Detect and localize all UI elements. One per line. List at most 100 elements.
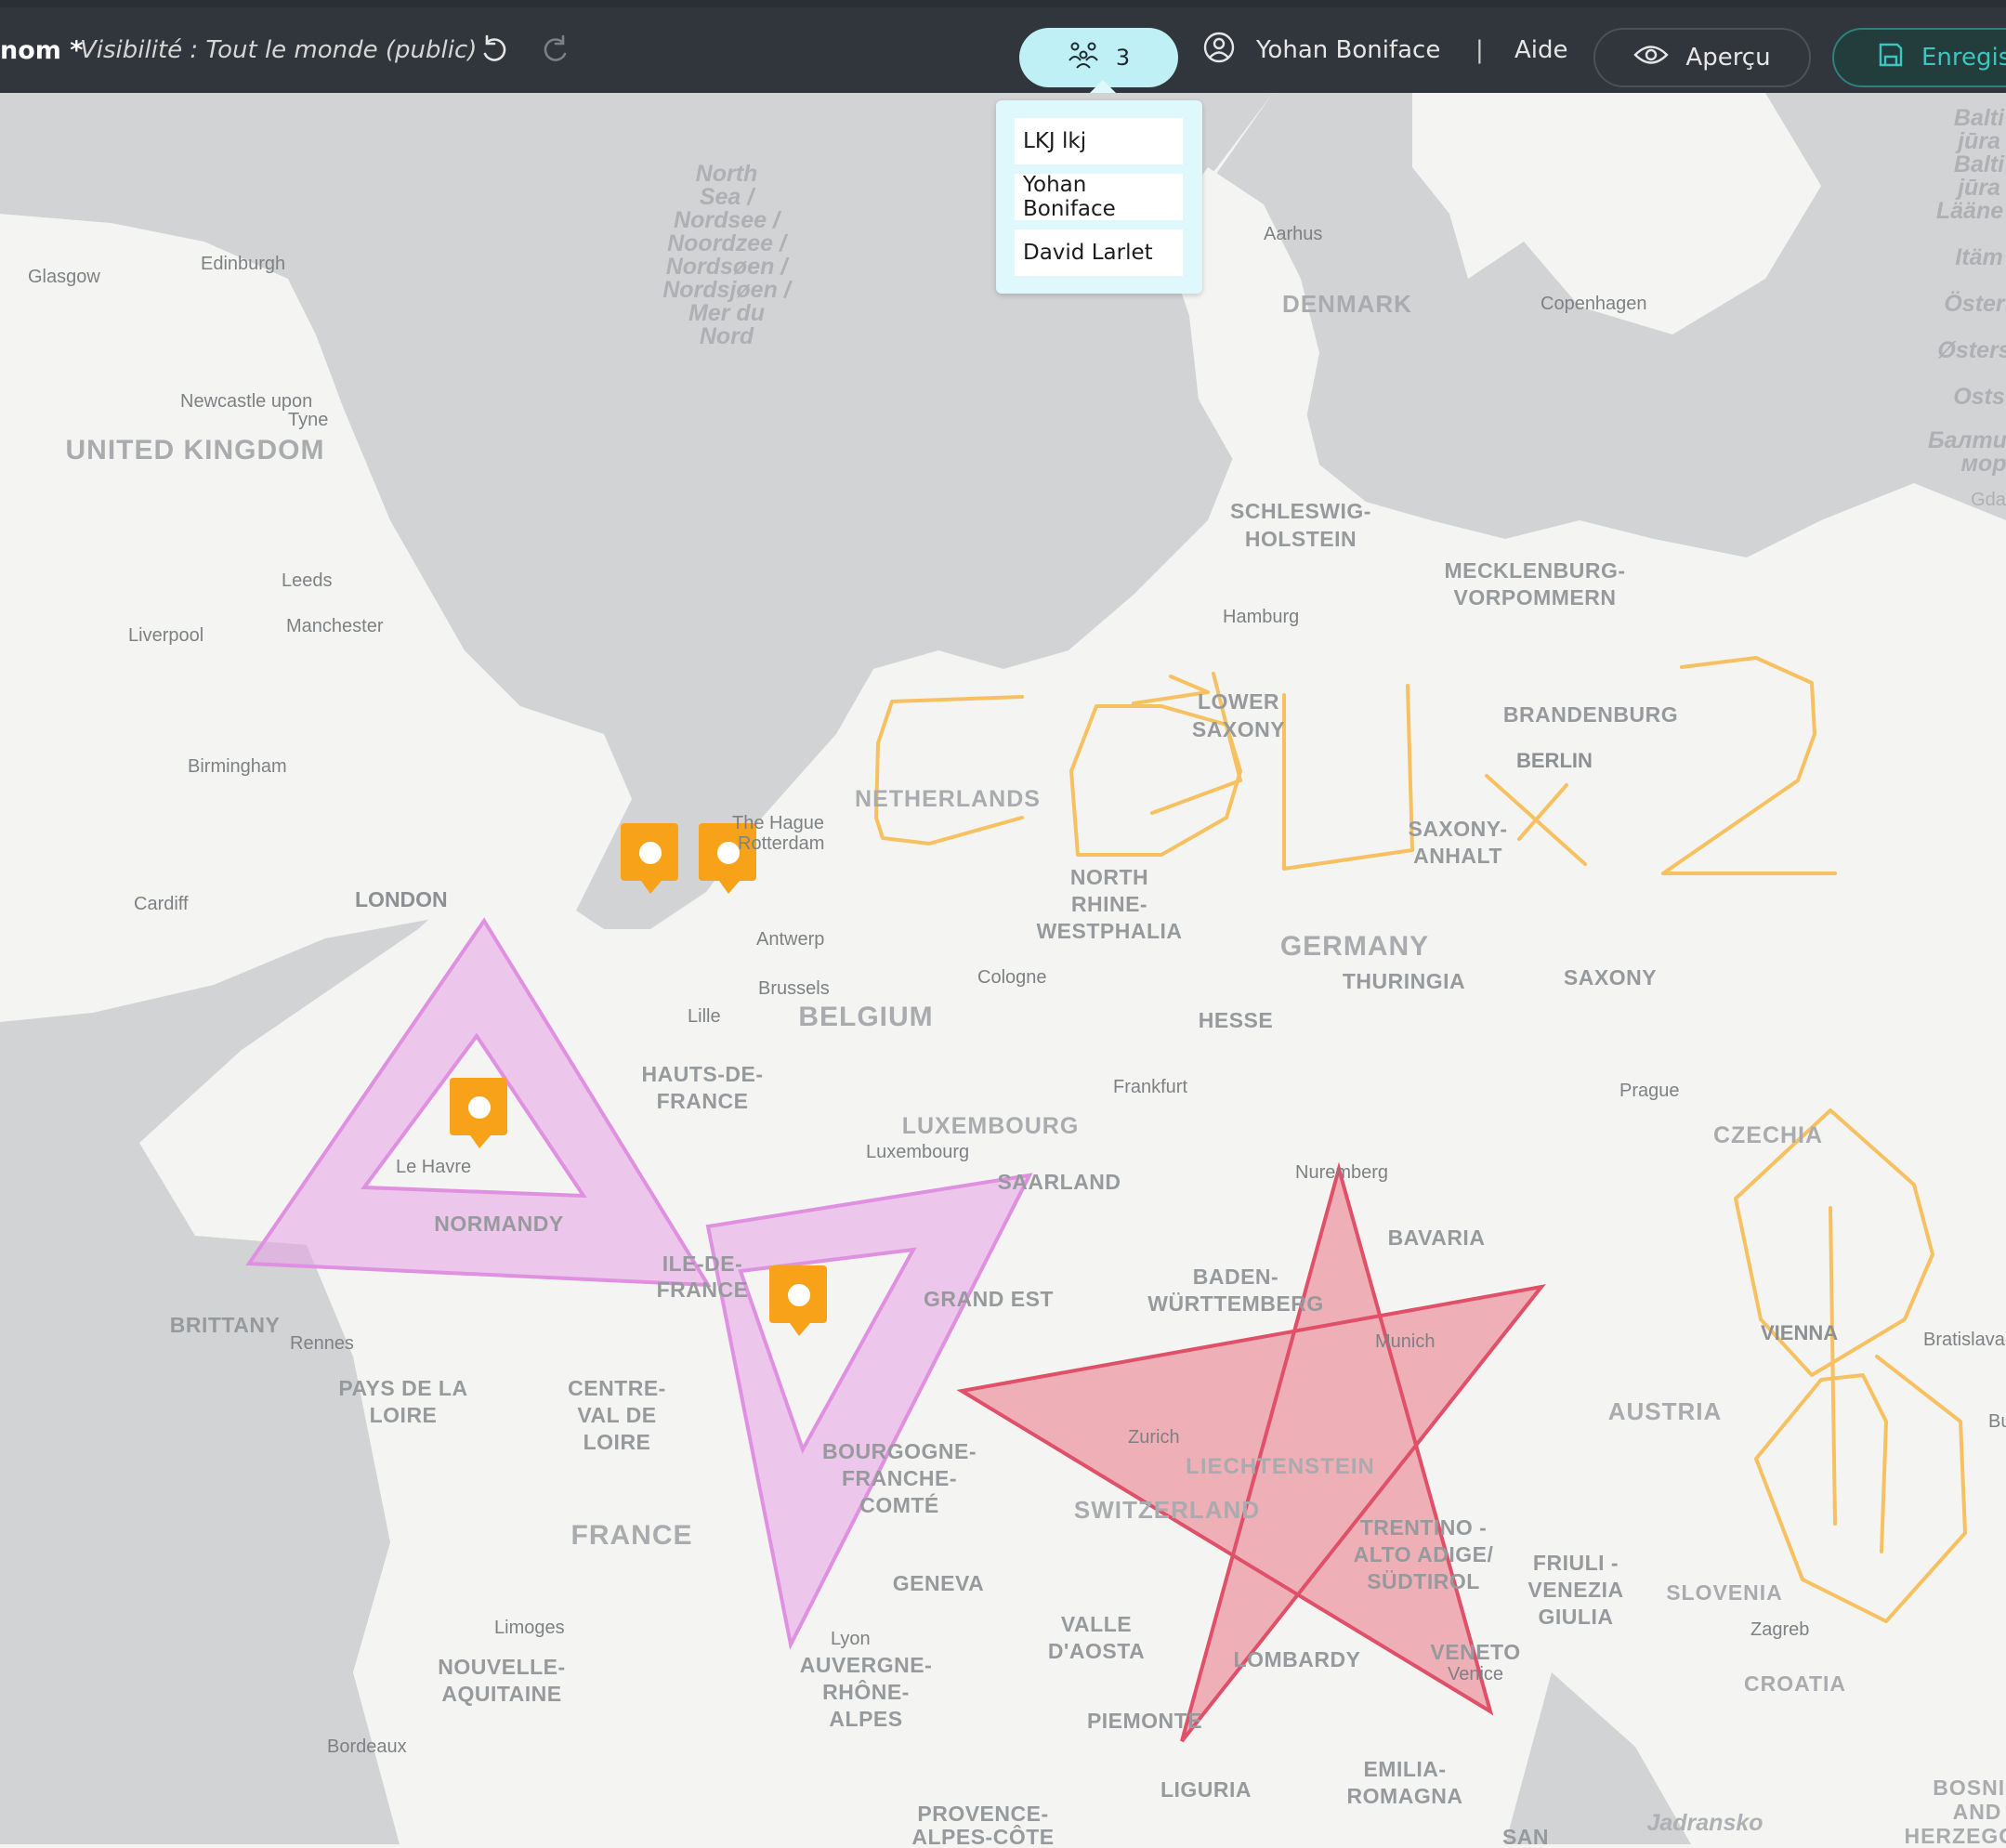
region-label: VENETO bbox=[1430, 1640, 1520, 1664]
peer-item[interactable]: David Larlet bbox=[1015, 229, 1183, 276]
user-icon bbox=[1202, 31, 1236, 71]
city-label: Venice bbox=[1448, 1664, 1503, 1684]
region-label: EMILIA- bbox=[1363, 1757, 1446, 1781]
sea-label: Mer du bbox=[688, 300, 765, 326]
region-label: AUVERGNE- bbox=[800, 1653, 933, 1677]
map-canvas[interactable]: North Sea / Nordsee / Noordzee / Nordsøe… bbox=[0, 93, 2006, 1848]
city-label: Frankfurt bbox=[1113, 1077, 1187, 1097]
city-label: Edinburgh bbox=[201, 254, 285, 274]
sea-label: Öster bbox=[1944, 290, 2006, 317]
region-label: AQUITAINE bbox=[441, 1682, 561, 1706]
region-label: LIGURIA bbox=[1160, 1777, 1252, 1802]
city-label: Bratislava bbox=[1923, 1330, 2006, 1350]
sea-label: Lääne bbox=[1936, 198, 2003, 224]
sea-label: Jadransko bbox=[1646, 1810, 1763, 1836]
sea-label: Sea / bbox=[700, 184, 756, 210]
sea-label: Itäm bbox=[1955, 244, 2002, 270]
country-label: BELGIUM bbox=[798, 1002, 933, 1032]
region-label: SAXONY bbox=[1192, 717, 1285, 741]
region-label: SAN bbox=[1502, 1825, 1549, 1844]
country-label: UNITED KINGDOM bbox=[66, 435, 325, 465]
sea-label: Osts bbox=[1953, 384, 2005, 410]
region-label: BADEN- bbox=[1193, 1265, 1278, 1289]
region-label: WÜRTTEMBERG bbox=[1147, 1291, 1323, 1316]
city-label: Hamburg bbox=[1223, 607, 1299, 627]
city-label: Glasgow bbox=[28, 267, 100, 287]
region-label: VALLE bbox=[1061, 1612, 1132, 1636]
country-label: HERZEGOV bbox=[1904, 1824, 2006, 1844]
region-label: BAVARIA bbox=[1388, 1225, 1486, 1250]
preview-button[interactable]: Aperçu bbox=[1593, 28, 1811, 87]
region-label: VORPOMMERN bbox=[1454, 585, 1617, 609]
region-label: D'AOSTA bbox=[1048, 1639, 1145, 1663]
city-label: Aarhus bbox=[1264, 224, 1322, 244]
dropdown-caret bbox=[1090, 80, 1116, 93]
city-label: Le Havre bbox=[396, 1157, 471, 1177]
city-label: Zurich bbox=[1128, 1427, 1180, 1448]
region-label: NOUVELLE- bbox=[438, 1655, 565, 1679]
region-label: FRANCE bbox=[657, 1089, 749, 1113]
region-label: SAARLAND bbox=[997, 1170, 1121, 1194]
redo-icon[interactable] bbox=[535, 30, 576, 71]
city-label: Antwerp bbox=[756, 929, 824, 950]
sea-label: Balti bbox=[1954, 105, 2005, 131]
user-menu[interactable]: Yohan Boniface bbox=[1202, 7, 1440, 93]
city-label: Newcastle upon bbox=[180, 391, 312, 412]
country-label: SWITZERLAND bbox=[1074, 1496, 1260, 1524]
eye-icon bbox=[1633, 43, 1670, 73]
country-label: CZECHIA bbox=[1713, 1122, 1823, 1148]
visibility-label[interactable]: Visibilité : Tout le monde (public) bbox=[80, 7, 477, 93]
country-label: GERMANY bbox=[1280, 931, 1429, 962]
sea-label: Nordsjøen / bbox=[662, 277, 793, 303]
city-label: Limoges bbox=[494, 1618, 565, 1638]
city-label: Brussels bbox=[758, 978, 830, 999]
map-title[interactable]: nom * bbox=[0, 7, 83, 93]
region-label: ALPES-CÔTE bbox=[911, 1824, 1054, 1844]
region-label: PIEMONTE bbox=[1087, 1709, 1202, 1733]
region-label: FRANCE bbox=[657, 1278, 749, 1302]
undo-icon[interactable] bbox=[474, 30, 515, 71]
peers-button[interactable]: 3 bbox=[1019, 28, 1178, 87]
sea-label: Balti bbox=[1954, 151, 2005, 177]
city-label: Lille bbox=[688, 1006, 721, 1027]
region-label: SÜDTIROL bbox=[1367, 1569, 1480, 1593]
peer-item[interactable]: Yohan Boniface bbox=[1015, 173, 1183, 221]
region-label: LOIRE bbox=[583, 1430, 651, 1454]
country-label: LIECHTENSTEIN bbox=[1186, 1454, 1375, 1479]
region-label: GENEVA bbox=[893, 1571, 984, 1595]
save-icon bbox=[1877, 41, 1905, 75]
region-label: PROVENCE- bbox=[917, 1802, 1048, 1826]
region-label: RHINE- bbox=[1071, 892, 1147, 916]
country-label: AUSTRIA bbox=[1608, 1397, 1723, 1425]
city-label: Munich bbox=[1375, 1331, 1435, 1352]
save-button[interactable]: Enregis bbox=[1832, 28, 2006, 87]
top-toolbar: nom * Visibilité : Tout le monde (public… bbox=[0, 7, 2006, 93]
help-link[interactable]: Aide bbox=[1514, 7, 1568, 93]
region-label: FRANCHE- bbox=[842, 1466, 957, 1490]
region-label: VENEZIA bbox=[1527, 1578, 1623, 1602]
city-label: Tyne bbox=[288, 410, 328, 430]
sea-label: Балтий bbox=[1928, 427, 2006, 453]
peers-count: 3 bbox=[1115, 45, 1131, 71]
city-label: Bu bbox=[1988, 1411, 2006, 1432]
separator: | bbox=[1475, 36, 1484, 64]
region-label: ALPES bbox=[829, 1707, 902, 1731]
sea-label: jūra bbox=[1955, 128, 2000, 154]
country-label: NETHERLANDS bbox=[855, 786, 1041, 812]
city-label: Liverpool bbox=[128, 625, 203, 646]
city-label: Cologne bbox=[977, 967, 1047, 988]
region-label: HOLSTEIN bbox=[1245, 527, 1357, 551]
region-label: COMTÉ bbox=[859, 1492, 939, 1517]
city-label: Bordeaux bbox=[327, 1737, 407, 1757]
save-label: Enregis bbox=[1921, 44, 2006, 72]
region-label: ALTO ADIGE/ bbox=[1354, 1542, 1494, 1566]
region-label: LOWER bbox=[1198, 689, 1279, 714]
sea-label: North bbox=[696, 161, 758, 187]
region-label: CENTRE- bbox=[568, 1376, 666, 1400]
peer-item[interactable]: LKJ lkj bbox=[1015, 118, 1183, 164]
country-label: LUXEMBOURG bbox=[902, 1113, 1080, 1139]
city-label: Cardiff bbox=[134, 894, 189, 914]
region-label: SAXONY bbox=[1564, 965, 1657, 990]
region-label: TRENTINO - bbox=[1360, 1515, 1488, 1540]
region-label: VAL DE bbox=[577, 1403, 656, 1427]
